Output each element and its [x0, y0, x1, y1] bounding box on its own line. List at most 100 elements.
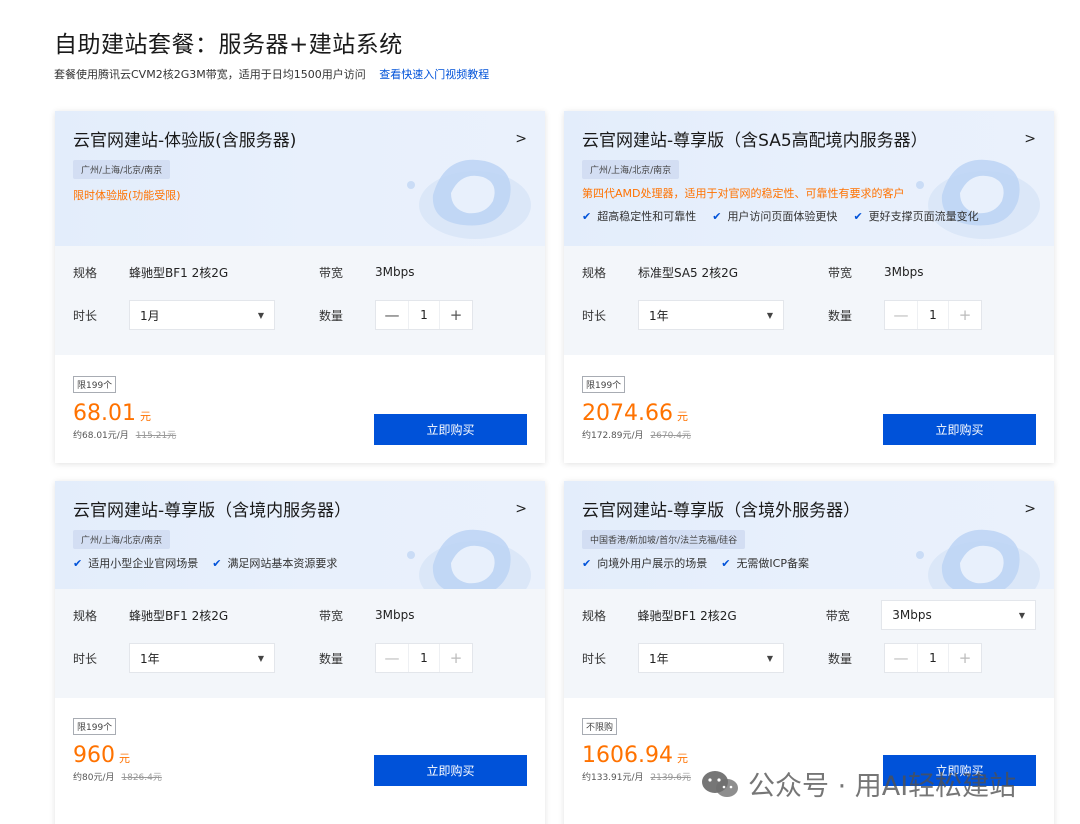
product-card-domestic: 云官网建站-尊享版（含境内服务器） > 广州/上海/北京/南京 ✔ 适用小型企业官…	[55, 481, 545, 824]
original-price: 2670.4元	[650, 431, 691, 441]
card-header: 云官网建站-尊享版（含境外服务器） > 中国香港/新加坡/首尔/法兰克福/硅谷 …	[564, 481, 1054, 589]
duration-value: 1年	[649, 308, 669, 323]
quantity-label: 数量	[319, 651, 344, 666]
buy-button[interactable]: 立即购买	[374, 755, 527, 786]
price-unit: 元	[139, 410, 151, 423]
price-unit: 元	[676, 752, 688, 765]
product-card-sa5: 云官网建站-尊享版（含SA5高配境内服务器） > 广州/上海/北京/南京 第四代…	[564, 111, 1054, 463]
feature-item: ✔ 更好支撑页面流量变化	[853, 209, 979, 224]
duration-label: 时长	[582, 651, 607, 666]
card-header: 云官网建站-尊享版（含境内服务器） > 广州/上海/北京/南京 ✔ 适用小型企业官…	[55, 481, 545, 589]
duration-label: 时长	[73, 651, 98, 666]
duration-label: 时长	[73, 308, 98, 323]
bandwidth-select[interactable]: 3Mbps ▼	[881, 600, 1036, 630]
spec-label: 规格	[582, 608, 607, 623]
card-title[interactable]: 云官网建站-尊享版（含境内服务器） >	[73, 496, 527, 522]
card-config: 规格 蜂驰型BF1 2核2G 带宽 3Mbps 时长 1月 ▼ 数量 — 1 +	[55, 246, 545, 355]
check-icon: ✔	[721, 556, 731, 570]
feature-item: ✔ 超高稳定性和可靠性	[582, 209, 697, 224]
spec-label: 规格	[582, 265, 607, 280]
bandwidth-label: 带宽	[319, 608, 344, 623]
card-title[interactable]: 云官网建站-尊享版（含SA5高配境内服务器） >	[582, 126, 1036, 152]
wechat-icon	[702, 770, 738, 797]
minus-button[interactable]: —	[376, 306, 408, 324]
plus-button[interactable]: +	[440, 649, 472, 667]
product-card-trial: 云官网建站-体验版(含服务器) > 广州/上海/北京/南京 限时体验版(功能受限…	[55, 111, 545, 463]
quantity-value[interactable]: 1	[408, 301, 440, 329]
page-title: 自助建站套餐：服务器+建站系统	[54, 32, 403, 58]
bandwidth-value: 3Mbps	[892, 608, 932, 622]
quantity-value[interactable]: 1	[917, 644, 949, 672]
promo-text: 限时体验版(功能受限)	[73, 189, 181, 202]
price-value: 2074.66	[582, 401, 673, 426]
card-config: 规格 蜂驰型BF1 2核2G 带宽 3Mbps ▼ 时长 1年 ▼ 数量 — 1…	[564, 589, 1054, 698]
feature-item: ✔ 适用小型企业官网场景	[73, 556, 199, 571]
feature-list: ✔ 向境外用户展示的场景 ✔ 无需做ICP备案	[582, 555, 1036, 571]
card-title[interactable]: 云官网建站-尊享版（含境外服务器） >	[582, 496, 1036, 522]
duration-value: 1月	[140, 308, 160, 323]
chevron-down-icon: ▼	[257, 653, 264, 663]
plus-button[interactable]: +	[949, 306, 981, 324]
promo-text: 第四代AMD处理器，适用于对官网的稳定性、可靠性有要求的客户	[582, 187, 905, 200]
region-tag: 广州/上海/北京/南京	[73, 160, 171, 179]
card-title-text: 云官网建站-尊享版（含境外服务器）	[582, 501, 861, 521]
spec-label: 规格	[73, 608, 98, 623]
tutorial-link[interactable]: 查看快速入门视频教程	[379, 68, 489, 81]
quantity-value[interactable]: 1	[917, 301, 949, 329]
duration-label: 时长	[582, 308, 607, 323]
quantity-label: 数量	[828, 651, 853, 666]
card-price: 限199个 2074.66 元 约172.89元/月 2670.4元 立即购买	[564, 355, 1054, 463]
limit-badge: 限199个	[582, 376, 626, 393]
chevron-right-icon[interactable]: >	[515, 131, 527, 147]
chevron-right-icon[interactable]: >	[1024, 501, 1036, 517]
card-price: 限199个 68.01 元 约68.01元/月 115.21元 立即购买	[55, 355, 545, 463]
watermark-text: 公众号 · 用AI轻松建站	[748, 771, 1017, 802]
bandwidth-label: 带宽	[828, 265, 853, 280]
minus-button[interactable]: —	[376, 649, 408, 667]
spec-value: 蜂驰型BF1 2核2G	[129, 608, 229, 623]
plus-button[interactable]: +	[440, 306, 472, 324]
card-header: 云官网建站-尊享版（含SA5高配境内服务器） > 广州/上海/北京/南京 第四代…	[564, 111, 1054, 246]
chevron-down-icon: ▼	[257, 310, 264, 320]
original-price: 1826.4元	[121, 773, 162, 783]
feature-item: ✔ 向境外用户展示的场景	[582, 556, 708, 571]
quantity-stepper: — 1 +	[375, 300, 473, 330]
chevron-right-icon[interactable]: >	[1024, 131, 1036, 147]
card-title-text: 云官网建站-尊享版（含SA5高配境内服务器）	[582, 131, 928, 151]
feature-item: ✔ 用户访问页面体验更快	[712, 209, 838, 224]
duration-select[interactable]: 1年 ▼	[129, 643, 275, 673]
bandwidth-value: 3Mbps	[375, 265, 415, 279]
quantity-label: 数量	[828, 308, 853, 323]
limit-badge: 不限购	[582, 718, 618, 735]
price-value: 68.01	[73, 401, 136, 426]
region-tag: 广州/上海/北京/南京	[73, 530, 171, 549]
duration-select[interactable]: 1年 ▼	[638, 643, 784, 673]
quantity-stepper: — 1 +	[375, 643, 473, 673]
minus-button[interactable]: —	[885, 649, 917, 667]
card-price: 限199个 960 元 约80元/月 1826.4元 立即购买	[55, 698, 545, 806]
check-icon: ✔	[582, 209, 592, 223]
card-config: 规格 蜂驰型BF1 2核2G 带宽 3Mbps 时长 1年 ▼ 数量 — 1 +	[55, 589, 545, 698]
card-title[interactable]: 云官网建站-体验版(含服务器) >	[73, 126, 527, 152]
card-title-text: 云官网建站-尊享版（含境内服务器）	[73, 501, 352, 521]
duration-value: 1年	[649, 651, 669, 666]
feature-item: ✔ 无需做ICP备案	[721, 556, 809, 571]
buy-button[interactable]: 立即购买	[883, 414, 1036, 445]
price-value: 960	[73, 743, 115, 768]
plus-button[interactable]: +	[949, 649, 981, 667]
buy-button[interactable]: 立即购买	[374, 414, 527, 445]
region-tag: 中国香港/新加坡/首尔/法兰克福/硅谷	[582, 530, 746, 549]
chevron-down-icon: ▼	[1018, 610, 1025, 620]
spec-value: 蜂驰型BF1 2核2G	[637, 608, 737, 623]
bandwidth-value: 3Mbps	[884, 265, 924, 279]
duration-select[interactable]: 1年 ▼	[638, 300, 784, 330]
price-unit: 元	[119, 752, 130, 765]
quantity-value[interactable]: 1	[408, 644, 440, 672]
monthly-price: 约133.91元/月	[582, 773, 644, 783]
minus-button[interactable]: —	[885, 306, 917, 324]
check-icon: ✔	[853, 209, 863, 223]
chevron-right-icon[interactable]: >	[515, 501, 527, 517]
chevron-down-icon: ▼	[766, 653, 773, 663]
duration-select[interactable]: 1月 ▼	[129, 300, 275, 330]
bandwidth-label: 带宽	[825, 608, 850, 623]
